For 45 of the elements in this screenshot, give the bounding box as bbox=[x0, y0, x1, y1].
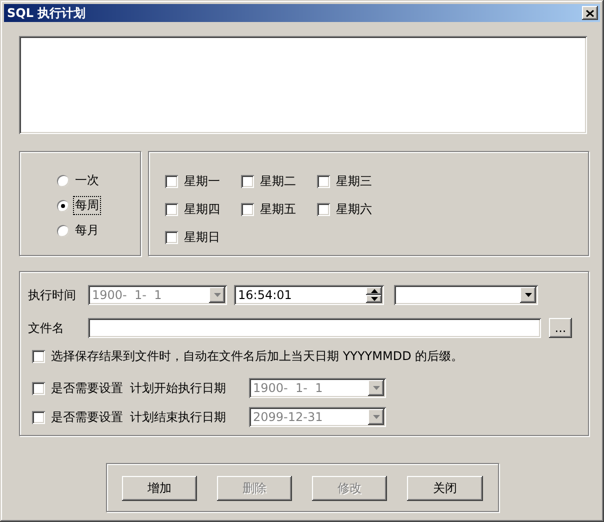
action-button[interactable]: 关闭 bbox=[407, 476, 483, 501]
file-name-field[interactable] bbox=[88, 318, 541, 338]
date-caption: 计划结束执行日期 bbox=[130, 408, 227, 426]
checkbox[interactable] bbox=[165, 203, 178, 216]
checkbox-label: 星期五 bbox=[259, 201, 297, 218]
caret-icon bbox=[372, 415, 380, 419]
action-button[interactable]: 增加 bbox=[122, 476, 197, 501]
checkbox-label: 星期一 bbox=[183, 173, 221, 190]
window-title: SQL 执行计划 bbox=[7, 4, 86, 22]
radio-label: 一次 bbox=[74, 172, 100, 189]
spin-down-button[interactable] bbox=[366, 295, 382, 303]
radio-label: 每月 bbox=[74, 222, 100, 239]
checkbox-label: 星期二 bbox=[259, 173, 297, 190]
sql-text-area[interactable] bbox=[19, 36, 587, 134]
checkbox[interactable] bbox=[165, 175, 178, 188]
checkbox-label: 星期三 bbox=[335, 173, 373, 190]
dropdown[interactable] bbox=[394, 285, 538, 305]
radio-button[interactable] bbox=[57, 200, 69, 212]
radio-label: 每周 bbox=[74, 197, 100, 214]
checkbox[interactable] bbox=[317, 175, 330, 188]
checkbox-label: 星期日 bbox=[183, 229, 221, 246]
checkbox-label: 星期四 bbox=[183, 201, 221, 218]
browse-button[interactable]: ... bbox=[549, 318, 572, 338]
radio-button[interactable] bbox=[57, 174, 69, 186]
spin-up-button[interactable] bbox=[366, 287, 382, 295]
checkbox-label: 是否需要设置 bbox=[50, 380, 124, 396]
checkbox-label: 是否需要设置 bbox=[50, 408, 124, 426]
time-field[interactable]: 16:54:01 bbox=[234, 285, 384, 305]
field-label: 文件名 bbox=[28, 320, 65, 336]
close-button[interactable] bbox=[582, 6, 598, 20]
checkbox[interactable] bbox=[165, 231, 178, 244]
caret-icon bbox=[524, 293, 532, 297]
checkbox[interactable] bbox=[32, 350, 45, 363]
dropdown-button[interactable] bbox=[520, 287, 536, 303]
radio-button[interactable] bbox=[57, 224, 69, 236]
close-icon bbox=[586, 10, 594, 16]
checkbox[interactable] bbox=[241, 175, 254, 188]
caret-icon bbox=[372, 386, 380, 390]
checkbox[interactable] bbox=[317, 203, 330, 216]
date-caption: 计划开始执行日期 bbox=[130, 380, 227, 396]
checkbox-label: 选择保存结果到文件时，自动在文件名后加上当天日期 YYYYMMDD 的后缀。 bbox=[50, 348, 464, 365]
checkbox-label: 星期六 bbox=[335, 201, 373, 218]
checkbox[interactable] bbox=[241, 203, 254, 216]
field-label: 执行时间 bbox=[28, 286, 77, 304]
caret-icon bbox=[214, 293, 220, 297]
